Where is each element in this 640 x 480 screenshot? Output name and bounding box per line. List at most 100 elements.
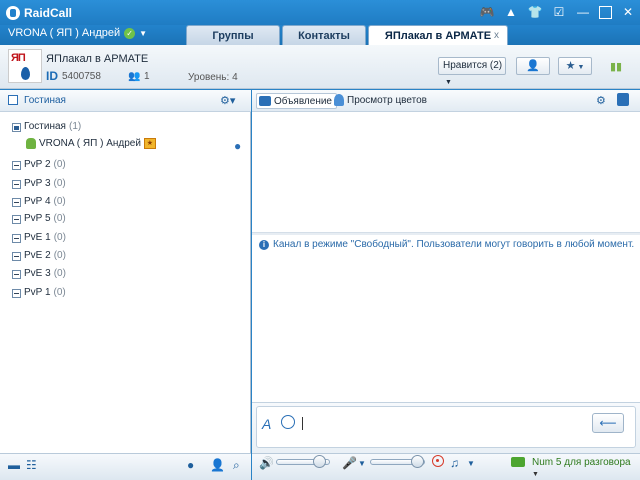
channel-level: Уровень: 4 — [188, 72, 238, 83]
tree-item-label: PvE 3 — [24, 268, 51, 279]
bell-icon[interactable]: ▲ — [503, 4, 519, 20]
mic-volume-knob[interactable] — [411, 455, 424, 468]
users-icon: 👥 — [128, 71, 141, 82]
collapse-icon[interactable] — [12, 197, 21, 207]
checklist-icon[interactable]: ☑ — [551, 4, 567, 20]
window-controls: 🎮 ▲ 👕 ☑ — ✕ — [479, 4, 636, 20]
tree-item-count: (0) — [53, 287, 66, 298]
font-icon[interactable]: A — [262, 416, 271, 432]
shirt-icon[interactable]: 👕 — [527, 4, 543, 20]
chat-divider[interactable] — [252, 232, 640, 235]
tree-item-label: PvP 5 — [24, 213, 51, 224]
home-icon — [12, 122, 21, 132]
tree-item-count: (0) — [53, 250, 66, 261]
member-icon — [26, 138, 36, 149]
collapse-icon[interactable] — [12, 179, 21, 189]
view-flowers-label: Просмотр цветов — [347, 94, 427, 106]
tree-item-lobby[interactable]: Гостиная (1) — [12, 120, 81, 134]
music-icon[interactable]: ♫ — [450, 456, 459, 470]
room-settings-icon[interactable]: ⚙▾ — [220, 94, 235, 107]
tree-item-label: PvP 3 — [24, 178, 51, 189]
search-icon[interactable]: ⌕ — [233, 458, 240, 473]
chevron-down-icon[interactable]: ▼ — [467, 459, 475, 468]
member-item[interactable]: VRONA ( ЯП ) Андрей ★ — [26, 138, 156, 149]
current-room-title: Гостиная — [24, 95, 66, 106]
app-title: RaidCall — [24, 6, 73, 20]
tab-contacts[interactable]: Контакты — [282, 25, 366, 45]
voice-mode-text: Num 5 для разговора — [532, 457, 631, 468]
emoji-icon[interactable] — [281, 415, 295, 429]
collapse-icon[interactable] — [12, 160, 21, 170]
favorite-button[interactable]: ★ ▼ — [558, 57, 592, 75]
message-input[interactable] — [256, 406, 636, 448]
chat-panel — [252, 90, 640, 453]
tree-item-label: PvP 4 — [24, 196, 51, 207]
tree-item-count: (0) — [53, 268, 66, 279]
collapse-all-icon[interactable]: ▬ — [8, 458, 20, 472]
tab-close-icon[interactable]: x — [494, 26, 499, 46]
flower-icon — [334, 94, 344, 106]
tree-item-count: (0) — [53, 196, 66, 207]
tree-item-label: PvP 2 — [24, 159, 51, 170]
collapse-icon[interactable] — [12, 288, 21, 298]
tree-item-label: PvE 2 — [24, 250, 51, 261]
speaker-icon[interactable]: 🔊 — [259, 456, 274, 470]
member-list-icon[interactable]: 👤 — [210, 458, 225, 472]
tree-item-pvp1[interactable]: PvP 1 (0) — [12, 286, 66, 300]
minimize-icon[interactable]: — — [575, 4, 591, 20]
user-status[interactable]: VRONA ( ЯП ) Андрей ✓ ▼ — [8, 27, 147, 39]
collapse-icon[interactable] — [12, 214, 21, 224]
announcement-icon — [259, 96, 271, 106]
add-user-icon: 👤 — [526, 60, 540, 72]
view-flowers-button[interactable]: Просмотр цветов — [334, 94, 427, 106]
tree-item-pvp4[interactable]: PvP 4 (0) — [12, 195, 66, 209]
chat-settings-icon[interactable]: ⚙ — [596, 94, 606, 107]
chevron-down-icon: ▼ — [532, 471, 539, 478]
like-button-label: Нравится (2) — [443, 60, 503, 71]
tree-item-label: PvE 1 — [24, 232, 51, 243]
locate-icon[interactable]: ● — [187, 458, 194, 472]
close-icon[interactable]: ✕ — [620, 4, 636, 20]
chevron-down-icon[interactable]: ▼ — [358, 459, 366, 468]
tree-item-pvp3[interactable]: PvP 3 (0) — [12, 177, 66, 191]
collapse-icon[interactable] — [12, 233, 21, 243]
like-button[interactable]: Нравится (2) ▼ — [438, 57, 506, 86]
chevron-down-icon: ▼ — [445, 79, 452, 86]
record-icon[interactable] — [432, 455, 444, 467]
announcement-button[interactable]: Объявление — [256, 93, 337, 109]
gift-icon[interactable] — [617, 93, 629, 106]
system-notice: i Канал в режиме "Свободный". Пользовате… — [259, 239, 634, 250]
speaker-volume-knob[interactable] — [313, 455, 326, 468]
star-icon: ★ — [565, 60, 576, 72]
microphone-icon[interactable]: 🎤 — [342, 456, 357, 470]
announcement-label: Объявление — [274, 95, 332, 107]
voice-mode-label[interactable]: Num 5 для разговора ▼ — [532, 457, 640, 479]
collapse-icon[interactable] — [12, 269, 21, 279]
text-caret — [302, 417, 303, 430]
location-pin-icon[interactable]: ● — [234, 139, 241, 153]
add-member-button[interactable]: 👤 — [516, 57, 550, 75]
gamepad-icon[interactable]: 🎮 — [479, 4, 495, 20]
collapse-icon[interactable] — [12, 251, 21, 261]
tree-item-pve3[interactable]: PvE 3 (0) — [12, 267, 66, 281]
tree-item-count: (1) — [68, 121, 82, 132]
tab-groups[interactable]: Группы — [186, 25, 280, 45]
tab-channel[interactable]: ЯПлакал в АРМАТЕ x — [368, 25, 508, 45]
expand-all-icon[interactable]: ☷ — [26, 458, 37, 472]
chevron-down-icon[interactable]: ▼ — [139, 29, 147, 38]
channel-avatar-text: ЯП — [11, 52, 26, 64]
info-icon: i — [259, 239, 269, 250]
tree-item-count: (0) — [53, 159, 66, 170]
tree-item-pvp5[interactable]: PvP 5 (0) — [12, 212, 66, 226]
member-name: VRONA ( ЯП ) Андрей — [39, 138, 141, 149]
send-button[interactable]: ⟵ — [592, 413, 624, 433]
channel-id: 5400758 — [62, 71, 101, 82]
tree-item-pve1[interactable]: PvE 1 (0) — [12, 231, 66, 245]
tree-item-count: (0) — [53, 232, 66, 243]
maximize-icon[interactable] — [599, 6, 612, 19]
user-name: VRONA ( ЯП ) Андрей — [8, 27, 121, 39]
channel-user-count: 1 — [144, 71, 150, 82]
tree-item-pve2[interactable]: PvE 2 (0) — [12, 249, 66, 263]
online-status-icon: ✓ — [124, 27, 136, 39]
tree-item-pvp2[interactable]: PvP 2 (0) — [12, 158, 66, 172]
